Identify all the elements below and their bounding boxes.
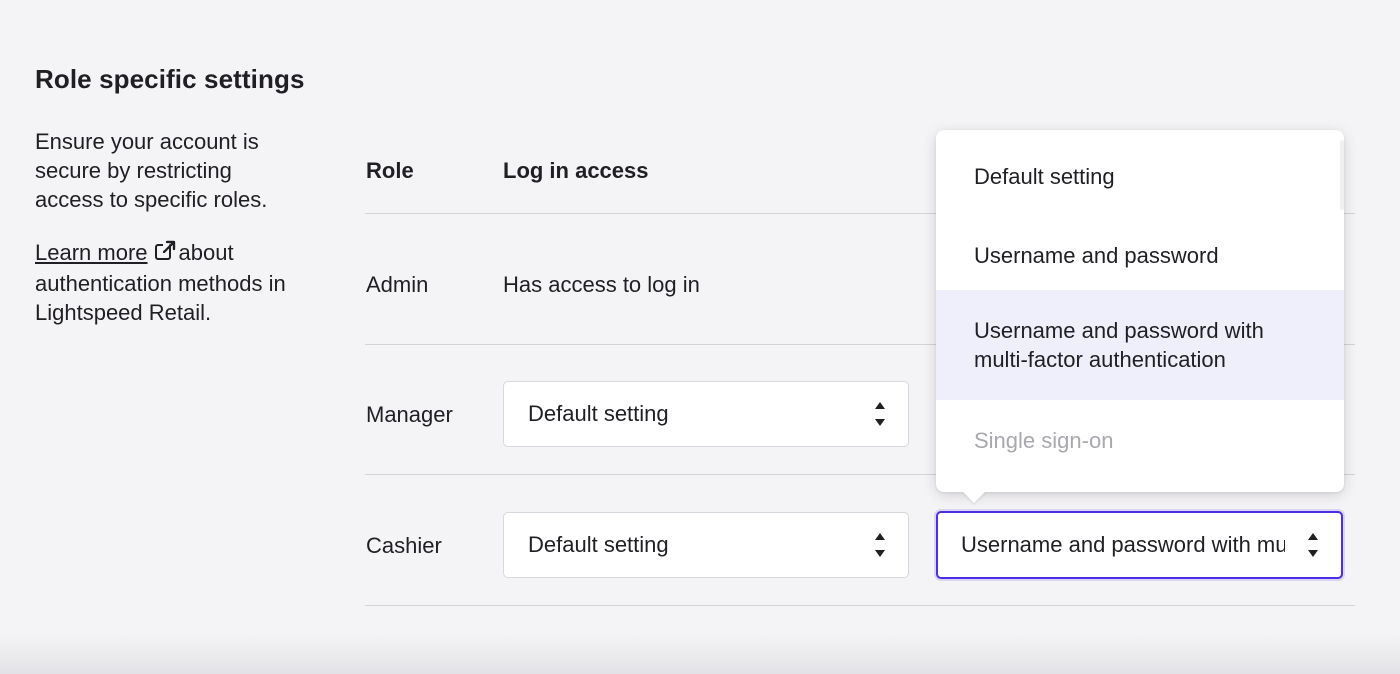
bottom-shadow xyxy=(0,634,1400,674)
learn-more-paragraph: Learn more about authentication methods i… xyxy=(35,238,295,327)
select-arrows-icon xyxy=(852,382,908,446)
admin-login-access-text: Has access to log in xyxy=(503,272,700,297)
column-header-login-access: Log in access xyxy=(503,158,649,183)
manager-login-access-select[interactable]: Default setting xyxy=(503,381,909,447)
row-divider xyxy=(365,605,1355,606)
option-username-password[interactable]: Username and password xyxy=(936,220,1344,290)
option-username-password-mfa[interactable]: Username and password with multi-factor … xyxy=(936,290,1344,400)
role-cashier-label: Cashier xyxy=(366,533,442,558)
section-description: Ensure your account is secure by restric… xyxy=(35,127,295,351)
select-arrows-icon xyxy=(1285,513,1341,577)
cashier-login-access-select[interactable]: Default setting xyxy=(503,512,909,578)
dropdown-caret xyxy=(962,491,986,503)
role-admin-label: Admin xyxy=(366,272,429,297)
section-title: Role specific settings xyxy=(35,64,305,94)
cashier-authentication-method-select[interactable]: Username and password with multi-factor … xyxy=(936,511,1343,579)
select-arrows-icon xyxy=(852,513,908,577)
authentication-method-dropdown: Default setting Username and password Us… xyxy=(936,130,1344,503)
select-value: Default setting xyxy=(528,401,669,426)
description-text: Ensure your account is secure by restric… xyxy=(35,129,268,212)
external-link-icon xyxy=(154,240,176,269)
learn-more-link[interactable]: Learn more xyxy=(35,240,148,265)
option-single-sign-on: Single sign-on xyxy=(974,427,1114,453)
column-header-role: Role xyxy=(366,158,414,183)
role-manager-label: Manager xyxy=(366,402,453,427)
select-value: Default setting xyxy=(528,532,669,557)
select-value: Username and password with multi-factor … xyxy=(961,532,1285,557)
option-default-setting[interactable]: Default setting xyxy=(936,130,1344,220)
